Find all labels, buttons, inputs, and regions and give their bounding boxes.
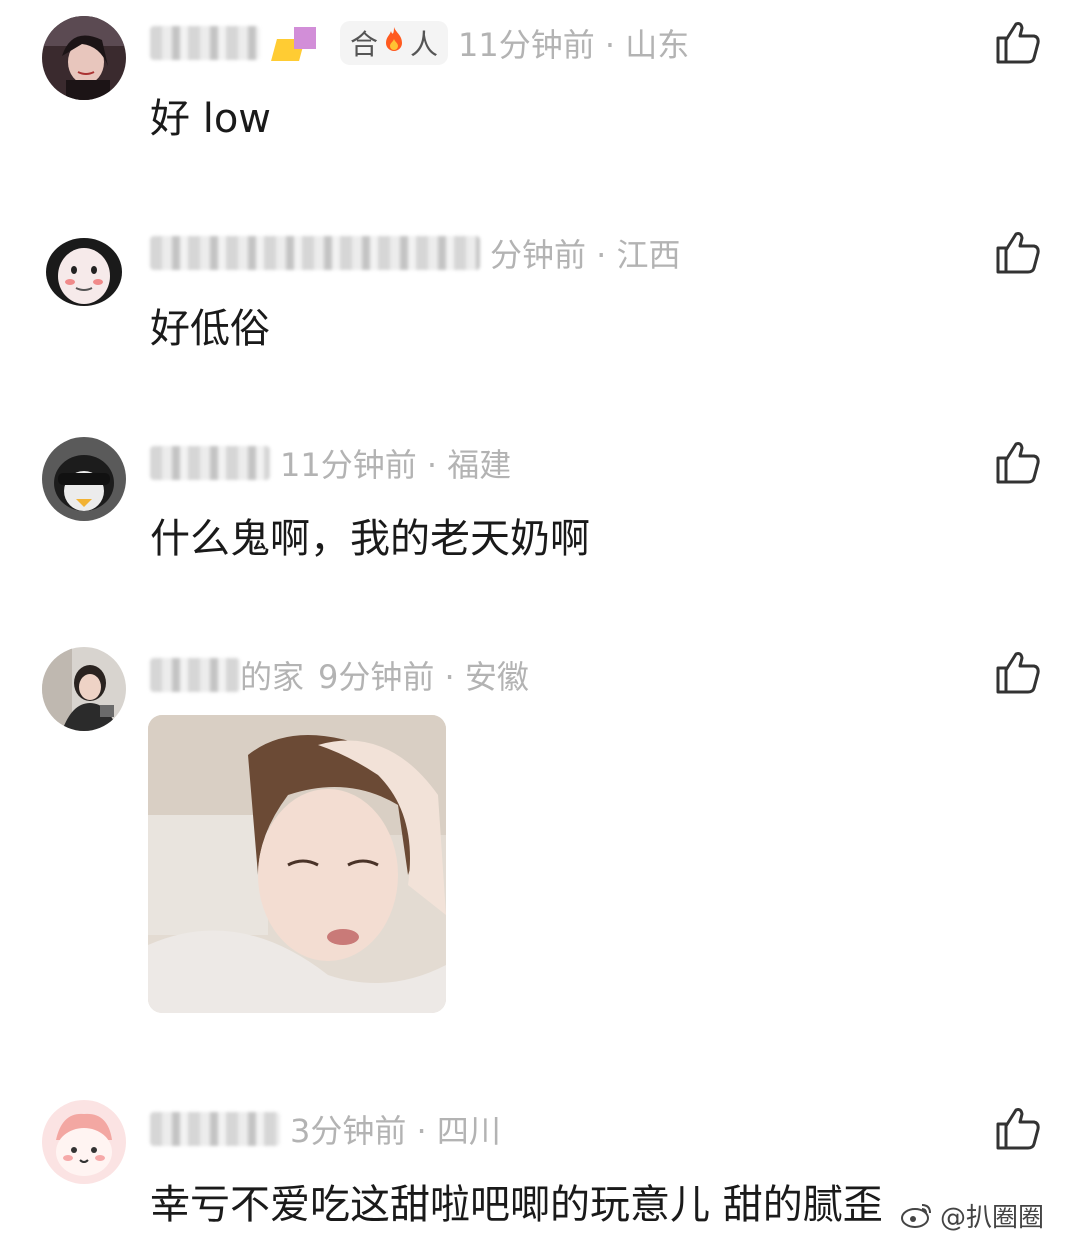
user-avatar[interactable]: [42, 16, 126, 100]
user-avatar[interactable]: [42, 437, 126, 521]
user-avatar[interactable]: [42, 647, 126, 731]
watermark-text: @扒圈圈: [940, 1202, 1045, 1233]
username-redacted[interactable]: [150, 446, 270, 480]
comment-time-location: 3分钟前 · 四川: [290, 1112, 501, 1150]
username-redacted[interactable]: [150, 658, 240, 692]
user-avatar[interactable]: [42, 1100, 126, 1184]
comment-image[interactable]: [148, 715, 446, 1013]
comment-text: 好低俗: [150, 306, 270, 352]
thumbs-up-icon: [996, 1108, 1040, 1150]
comment-text: 什么鬼啊，我的老天奶啊: [150, 516, 590, 562]
username-redacted[interactable]: [150, 236, 480, 270]
like-button[interactable]: [994, 1104, 1042, 1152]
comment-time-location: 9分钟前 · 安徽: [318, 658, 529, 696]
comment-meta: 3分钟前 · 四川: [150, 1104, 501, 1154]
username-redacted[interactable]: [150, 26, 260, 60]
fire-icon: [382, 25, 406, 62]
comment-meta: 的家 9分钟前 · 安徽: [150, 650, 529, 700]
user-decoration-icon: [270, 23, 324, 63]
like-button[interactable]: [994, 18, 1042, 66]
like-button[interactable]: [994, 438, 1042, 486]
comment-time-location: 11分钟前 · 福建: [280, 446, 512, 484]
comment-screen: { "comments": [ { "badge_prefix": "合", "…: [0, 0, 1080, 1243]
comment-text: 好 low: [150, 96, 272, 142]
username-redacted[interactable]: [150, 1112, 280, 1146]
thumbs-up-icon: [996, 232, 1040, 274]
thumbs-up-icon: [996, 442, 1040, 484]
fan-badge[interactable]: 合 人: [340, 21, 449, 65]
like-button[interactable]: [994, 648, 1042, 696]
comment-time-location: 11分钟前 · 山东: [458, 26, 690, 64]
comment-meta: 分钟前 · 江西: [150, 228, 681, 278]
weibo-watermark: @扒圈圈: [900, 1195, 1044, 1235]
thumbs-up-icon: [996, 652, 1040, 694]
comment-time-location: 分钟前 · 江西: [490, 236, 681, 274]
comment-meta: 合 人 11分钟前 · 山东: [150, 18, 689, 68]
user-avatar[interactable]: [42, 226, 126, 310]
thumbs-up-icon: [996, 22, 1040, 64]
like-button[interactable]: [994, 228, 1042, 276]
comment-text: 幸亏不爱吃这甜啦吧唧的玩意儿 甜的腻歪: [150, 1182, 883, 1228]
username-partial[interactable]: 的家: [240, 652, 304, 698]
weibo-icon: [901, 1204, 931, 1228]
comment-meta: 11分钟前 · 福建: [150, 438, 511, 488]
